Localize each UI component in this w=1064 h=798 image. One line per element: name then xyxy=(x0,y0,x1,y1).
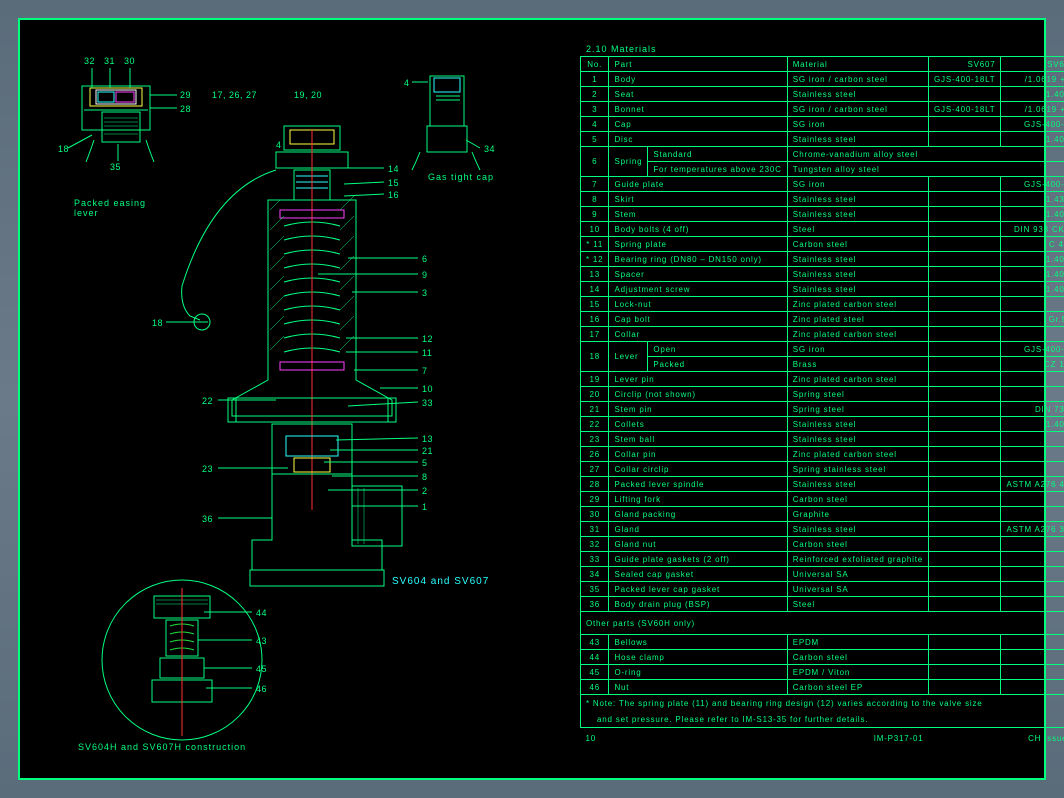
callout-36: 36 xyxy=(202,514,213,524)
table-row: 28Packed lever spindleStainless steelAST… xyxy=(581,477,1064,492)
label-gas-tight: Gas tight cap xyxy=(428,172,494,182)
table-row: 15Lock-nutZinc plated carbon steel xyxy=(581,297,1064,312)
callout-4b: 4 xyxy=(276,140,282,150)
table-row: 8SkirtStainless steel1.4301 xyxy=(581,192,1064,207)
callout-43: 43 xyxy=(256,636,267,646)
hdr-no: No. xyxy=(581,57,609,72)
callout-15: 15 xyxy=(388,178,399,188)
other-parts-header: Other parts (SV60H only) xyxy=(581,612,1064,635)
drawing-area: 32 31 30 29 28 18 35 17, 26, 27 19, 20 4… xyxy=(32,40,572,760)
table-row: 33Guide plate gaskets (2 off)Reinforced … xyxy=(581,552,1064,567)
table-row: 36Body drain plug (BSP)Steel xyxy=(581,597,1064,612)
cad-frame: 32 31 30 29 28 18 35 17, 26, 27 19, 20 4… xyxy=(18,18,1046,780)
label-packed-easing: Packed easing lever xyxy=(74,198,174,218)
section-title: 2.10 Materials xyxy=(580,42,1036,56)
callout-18a: 18 xyxy=(58,144,69,154)
table-row: 1BodySG iron / carbon steelGJS-400-18LT/… xyxy=(581,72,1064,87)
packed-easing-lever-detail xyxy=(68,68,177,162)
table-row: 16Cap boltZinc plated steelGr.5.6 xyxy=(581,312,1064,327)
callout-14: 14 xyxy=(388,164,399,174)
gas-tight-cap-detail xyxy=(412,76,480,170)
callout-10: 10 xyxy=(422,384,433,394)
callout-4a: 4 xyxy=(404,78,410,88)
callout-1: 1 xyxy=(422,502,428,512)
table-row: 21Stem pinSpring steelDIN 7343 xyxy=(581,402,1064,417)
label-main-title: SV604 and SV607 xyxy=(392,576,489,587)
table-row: 29Lifting forkCarbon steel xyxy=(581,492,1064,507)
callout-9: 9 xyxy=(422,270,428,280)
table-row: 9StemStainless steel1.4021 xyxy=(581,207,1064,222)
callout-6: 6 xyxy=(422,254,428,264)
footer-row: 10IM-P317-01CH Issue 7 xyxy=(581,728,1064,749)
callout-30: 30 xyxy=(124,56,135,66)
table-row: 7Guide plateSG ironGJS-400-15 xyxy=(581,177,1064,192)
table-row: 46NutCarbon steel EP xyxy=(581,680,1064,695)
table-row: 19Lever pinZinc plated carbon steel xyxy=(581,372,1064,387)
callout-23: 23 xyxy=(202,464,213,474)
table-header-row: No. Part Material SV607 SV604 xyxy=(581,57,1064,72)
table-row: PackedBrassCZ 122 xyxy=(581,357,1064,372)
table-row: 43BellowsEPDM xyxy=(581,635,1064,650)
table-row: 22ColletsStainless steel1.4021 xyxy=(581,417,1064,432)
table-row: For temperatures above 230CTungsten allo… xyxy=(581,162,1064,177)
table-row: 3BonnetSG iron / carbon steelGJS-400-18L… xyxy=(581,102,1064,117)
table-row: 34Sealed cap gasketUniversal SA xyxy=(581,567,1064,582)
callout-35: 35 xyxy=(110,162,121,172)
table-row: 5DiscStainless steel1.4021 xyxy=(581,132,1064,147)
callout-33: 33 xyxy=(422,398,433,408)
label-construction: SV604H and SV607H construction xyxy=(78,742,246,752)
table-row: 27Collar circlipSpring stainless steel xyxy=(581,462,1064,477)
hdr-part: Part xyxy=(609,57,787,72)
table-row: 23Stem ballStainless steel xyxy=(581,432,1064,447)
table-row: 4CapSG ironGJS-400-15 xyxy=(581,117,1064,132)
note-row: and set pressure. Please refer to IM-S13… xyxy=(581,711,1064,728)
callout-12: 12 xyxy=(422,334,433,344)
callout-3: 3 xyxy=(422,288,428,298)
callout-13: 13 xyxy=(422,434,433,444)
callout-16: 16 xyxy=(388,190,399,200)
bottom-detail-circle xyxy=(102,580,262,740)
table-row: 45O-ringEPDM / Viton xyxy=(581,665,1064,680)
callout-2: 2 xyxy=(422,486,428,496)
callout-21: 21 xyxy=(422,446,433,456)
callout-7: 7 xyxy=(422,366,428,376)
table-row: 13SpacerStainless steel1.4021 xyxy=(581,267,1064,282)
callout-45: 45 xyxy=(256,664,267,674)
callout-22: 22 xyxy=(202,396,213,406)
table-row: 6SpringStandardChrome-vanadium alloy ste… xyxy=(581,147,1064,162)
table-row: * 11Spring plateCarbon steelC 45E xyxy=(581,237,1064,252)
callout-34: 34 xyxy=(484,144,495,154)
table-row: * 12Bearing ring (DN80 – DN150 only)Stai… xyxy=(581,252,1064,267)
callout-29: 29 xyxy=(180,90,191,100)
table-row: 14Adjustment screwStainless steel1.4021 xyxy=(581,282,1064,297)
table-row: 30Gland packingGraphite xyxy=(581,507,1064,522)
callout-18: 18 xyxy=(152,318,163,328)
table-row: 17CollarZinc plated carbon steel xyxy=(581,327,1064,342)
table-row: 26Collar pinZinc plated carbon steel xyxy=(581,447,1064,462)
callout-46: 46 xyxy=(256,684,267,694)
callout-32: 32 xyxy=(84,56,95,66)
note-row: * Note: The spring plate (11) and bearin… xyxy=(581,695,1064,712)
callout-11: 11 xyxy=(422,348,432,358)
table-row: 35Packed lever cap gasketUniversal SA xyxy=(581,582,1064,597)
hdr-material: Material xyxy=(787,57,928,72)
hdr-sv604: SV604 xyxy=(1001,57,1064,72)
callout-8: 8 xyxy=(422,472,428,482)
callout-5: 5 xyxy=(422,458,428,468)
table-row: 2SeatStainless steel1.4057 xyxy=(581,87,1064,102)
hdr-sv607: SV607 xyxy=(929,57,1001,72)
callout-28: 28 xyxy=(180,104,191,114)
callout-44: 44 xyxy=(256,608,267,618)
callout-31: 31 xyxy=(104,56,115,66)
materials-table-area: 2.10 Materials No. Part Material SV607 S… xyxy=(580,42,1036,762)
table-row: 20Circlip (not shown)Spring steel xyxy=(581,387,1064,402)
callout-grp1: 17, 26, 27 xyxy=(212,90,257,100)
table-row: 10Body bolts (4 off)SteelDIN 933 CK35 xyxy=(581,222,1064,237)
callout-grp2: 19, 20 xyxy=(294,90,322,100)
table-row: 44Hose clampCarbon steel xyxy=(581,650,1064,665)
materials-table: No. Part Material SV607 SV604 1BodySG ir… xyxy=(580,56,1064,748)
table-row: 32Gland nutCarbon steel xyxy=(581,537,1064,552)
table-row: 31GlandStainless steelASTM A276 304 xyxy=(581,522,1064,537)
table-row: 18LeverOpenSG ironGJS-400-15 xyxy=(581,342,1064,357)
